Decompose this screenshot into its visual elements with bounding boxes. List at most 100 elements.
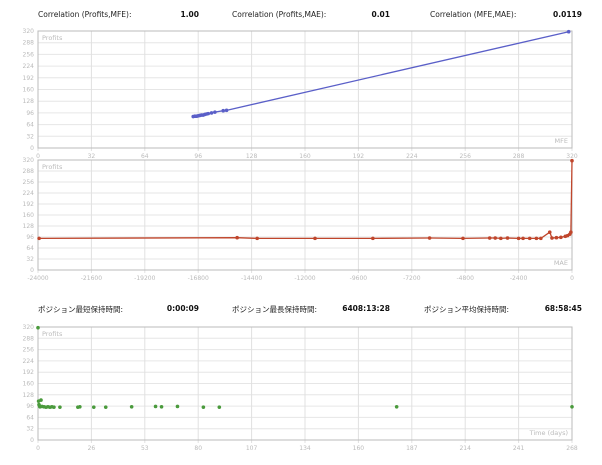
x-tick-label: 26 xyxy=(88,445,96,452)
data-point xyxy=(103,405,108,409)
x-tick-label: 268 xyxy=(566,445,578,452)
data-point xyxy=(221,108,226,113)
y-tick-label: 64 xyxy=(26,122,34,129)
x-tick-label: 241 xyxy=(513,445,525,452)
data-point xyxy=(129,405,134,409)
x-tick-label: 224 xyxy=(406,153,418,160)
y-tick-label: 128 xyxy=(23,392,35,399)
x-tick-label: 134 xyxy=(299,445,311,452)
y-tick-label: 224 xyxy=(23,63,35,70)
x-tick-label: -4800 xyxy=(456,275,474,282)
x-tick-label: 107 xyxy=(246,445,258,452)
y-tick-label: 96 xyxy=(26,403,34,410)
data-point xyxy=(206,111,211,116)
y-axis-label: Profits xyxy=(42,34,63,42)
x-tick-label: -16800 xyxy=(188,275,209,282)
x-tick-label: 256 xyxy=(459,153,471,160)
y-tick-label: 128 xyxy=(23,98,35,105)
data-point xyxy=(539,236,543,241)
x-tick-label: 53 xyxy=(141,445,149,452)
x-tick-label: 0 xyxy=(36,445,40,452)
y-tick-label: 224 xyxy=(23,358,35,365)
data-point xyxy=(39,398,43,402)
y-tick-label: 0 xyxy=(30,267,34,274)
y-tick-label: 64 xyxy=(26,245,34,252)
chart-0: 0 32 64 96 128 160 192 224 256 288 320 0 32 64 96 128 16… xyxy=(23,28,578,160)
x-tick-label: 128 xyxy=(246,153,258,160)
x-axis-label: Time (days) xyxy=(529,429,568,437)
data-point xyxy=(570,158,574,163)
charts: 03264961281601922242562883200 32 64 96 128 16… xyxy=(23,28,578,452)
x-tick-label: 32 xyxy=(88,153,96,160)
y-tick-label: 96 xyxy=(26,234,34,241)
y-axis-label: Profits xyxy=(42,330,63,338)
data-point xyxy=(91,405,96,409)
series-line xyxy=(193,31,569,118)
data-point xyxy=(427,236,432,240)
data-point xyxy=(235,235,239,240)
x-tick-label: 160 xyxy=(353,445,365,452)
x-tick-label: -2400 xyxy=(510,275,528,282)
data-point xyxy=(534,236,539,241)
y-tick-label: 256 xyxy=(23,51,35,58)
x-tick-label: -14400 xyxy=(241,275,262,282)
chart-2: 0 32 64 96 128 160 192 224 256 288 320 0 26 53 80 107 13… xyxy=(23,324,578,452)
data-point xyxy=(547,230,552,234)
data-point xyxy=(570,405,574,409)
y-tick-label: 192 xyxy=(23,201,35,208)
y-axis-label: Profits xyxy=(42,163,63,171)
y-tick-label: 32 xyxy=(26,426,34,433)
data-point xyxy=(313,236,317,241)
x-tick-label: 192 xyxy=(353,153,365,160)
data-point xyxy=(52,405,56,409)
x-tick-label: 288 xyxy=(513,153,525,160)
data-point xyxy=(371,236,375,241)
y-tick-label: 320 xyxy=(23,324,35,331)
y-tick-label: 256 xyxy=(23,347,35,354)
y-tick-label: 320 xyxy=(23,157,35,164)
x-tick-label: 214 xyxy=(459,445,471,452)
x-tick-label: -7200 xyxy=(403,275,421,282)
y-tick-label: 288 xyxy=(23,40,35,47)
data-point xyxy=(499,236,503,241)
data-point xyxy=(461,236,465,241)
y-tick-label: 0 xyxy=(30,145,34,152)
data-point xyxy=(505,236,510,240)
y-tick-label: 32 xyxy=(26,256,34,263)
data-point xyxy=(213,110,217,114)
y-tick-label: 288 xyxy=(23,335,35,342)
data-point xyxy=(566,29,571,34)
data-point xyxy=(37,236,41,241)
data-point xyxy=(487,236,492,240)
y-tick-label: 160 xyxy=(23,381,35,388)
y-tick-label: 160 xyxy=(23,212,35,219)
y-tick-label: 160 xyxy=(23,87,35,94)
series-line xyxy=(39,160,573,240)
data-point xyxy=(569,230,573,234)
x-tick-label: -24000 xyxy=(27,275,48,282)
y-tick-label: 64 xyxy=(26,414,34,421)
data-point xyxy=(175,404,180,409)
x-tick-label: -21600 xyxy=(81,275,102,282)
y-tick-label: 96 xyxy=(26,110,34,117)
x-tick-label: -9600 xyxy=(350,275,368,282)
data-point xyxy=(516,236,521,241)
data-point xyxy=(527,236,532,241)
x-tick-label: 96 xyxy=(194,153,202,160)
data-point xyxy=(554,235,559,240)
x-tick-label: 80 xyxy=(194,445,202,452)
data-point xyxy=(255,236,259,241)
data-point xyxy=(521,236,525,241)
data-point xyxy=(78,405,82,409)
x-tick-label: 187 xyxy=(406,445,418,452)
y-tick-label: 256 xyxy=(23,179,35,186)
data-point xyxy=(559,235,563,240)
data-point xyxy=(394,405,399,409)
y-tick-label: 288 xyxy=(23,168,35,175)
chart-1: 0326496128160192224256288320-24000 -21600… xyxy=(23,157,575,282)
y-tick-label: 192 xyxy=(23,75,35,82)
data-point xyxy=(224,108,229,113)
x-tick-label: 160 xyxy=(299,153,311,160)
data-point xyxy=(209,111,214,115)
data-point xyxy=(159,405,164,409)
